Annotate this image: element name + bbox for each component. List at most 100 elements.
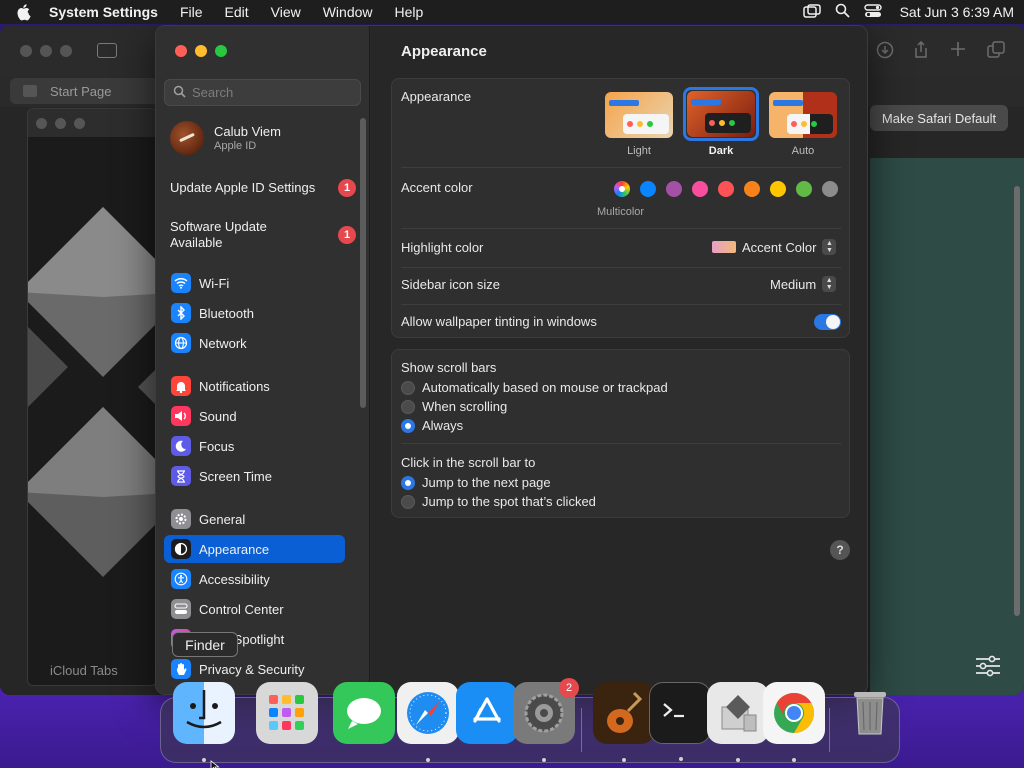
sidebar-item-sound[interactable]: Sound (164, 402, 345, 430)
radio-button[interactable] (401, 494, 415, 509)
sidebar-item-notifications[interactable]: Notifications (164, 372, 345, 400)
tab-start-page[interactable]: Start Page (10, 78, 160, 104)
menu-help[interactable]: Help (384, 0, 435, 24)
accent-orange-swatch[interactable] (744, 181, 760, 197)
sidebar-item-control-center[interactable]: Control Center (164, 595, 345, 623)
message-bubble-icon (347, 698, 381, 729)
tab-overview-icon[interactable] (987, 41, 1005, 64)
search-input[interactable] (192, 85, 352, 100)
dock-terminal[interactable] (649, 682, 711, 761)
accent-blue-swatch[interactable] (640, 181, 656, 197)
download-icon[interactable] (876, 41, 894, 64)
dock-chrome[interactable] (763, 682, 825, 762)
sidebar-item-general[interactable]: General (164, 505, 345, 533)
accent-yellow-swatch[interactable] (770, 181, 786, 197)
dock-app-store[interactable] (456, 682, 518, 744)
accent-graphite-swatch[interactable] (822, 181, 838, 197)
minimize-button[interactable] (195, 45, 207, 57)
radio-button[interactable] (401, 380, 415, 395)
accent-green-swatch[interactable] (796, 181, 812, 197)
chrome-icon (774, 693, 814, 733)
sidebar-icon-size-label: Sidebar icon size (401, 277, 500, 292)
menu-clock[interactable]: Sat Jun 3 6:39 AM (896, 4, 1014, 20)
sidebar-item-bluetooth[interactable]: Bluetooth (164, 299, 345, 327)
dock-finder[interactable] (173, 682, 235, 762)
accent-pink-swatch[interactable] (692, 181, 708, 197)
chevron-updown-icon: ▲ ▼ (822, 239, 837, 255)
appearance-light-option[interactable] (605, 92, 673, 138)
dock-script-editor[interactable] (707, 682, 769, 762)
radio-button[interactable] (401, 418, 415, 433)
minimize-icon[interactable] (40, 45, 52, 57)
radio-jump-to-spot[interactable]: Jump to the spot that’s clicked (401, 494, 596, 509)
highlight-color-popup[interactable]: Accent Color ▲ ▼ (712, 239, 837, 255)
close-button[interactable] (175, 45, 187, 57)
radio-button[interactable] (401, 399, 415, 414)
radio-label: Jump to the next page (422, 475, 551, 490)
sidebar-item-network[interactable]: Network (164, 329, 345, 357)
radio-scroll-when-scrolling[interactable]: When scrolling (401, 399, 507, 414)
appearance-auto-option[interactable] (769, 92, 837, 138)
dock-launchpad[interactable] (256, 682, 318, 744)
dock-system-settings[interactable]: 2 (513, 678, 579, 762)
appearance-label: Appearance (401, 89, 472, 104)
chevron-updown-icon: ▲ ▼ (822, 276, 837, 292)
sidebar-item-label: Appearance (199, 541, 270, 557)
customize-start-page-icon[interactable] (975, 655, 1001, 677)
zoom-icon[interactable] (60, 45, 72, 57)
wallpaper-tinting-toggle[interactable] (814, 314, 841, 330)
radio-scroll-always[interactable]: Always (401, 418, 463, 433)
page-title: Appearance (401, 43, 487, 60)
dock-safari[interactable] (397, 682, 459, 762)
sidebar-item-label: General (199, 511, 246, 527)
gear-icon (524, 693, 564, 733)
help-button[interactable]: ? (830, 540, 850, 560)
moon-icon (171, 436, 191, 456)
menu-window[interactable]: Window (312, 0, 384, 24)
safari-scrollbar[interactable] (1014, 186, 1020, 616)
update-apple-id-settings[interactable]: Update Apple ID Settings 1 (170, 179, 356, 197)
menu-app-name[interactable]: System Settings (38, 0, 169, 24)
appearance-dark-option[interactable] (687, 91, 755, 137)
dock-garageband[interactable] (593, 682, 655, 762)
sidebar-item-privacy-security[interactable]: Privacy & Security (164, 655, 345, 683)
sidebar-item-accessibility[interactable]: Accessibility (164, 565, 345, 593)
menu-view[interactable]: View (260, 0, 312, 24)
sidebar-search[interactable] (164, 79, 361, 106)
new-tab-icon[interactable] (950, 41, 966, 62)
zoom-button[interactable] (215, 45, 227, 57)
accent-red-swatch[interactable] (718, 181, 734, 197)
sidebar-icon-size-popup[interactable]: Medium ▲ ▼ (770, 276, 837, 292)
sidebar-item-wifi[interactable]: Wi-Fi (164, 269, 345, 297)
screen-mirroring-icon[interactable] (802, 3, 821, 21)
share-icon[interactable] (913, 40, 929, 64)
accessibility-icon (171, 569, 191, 589)
dock-trash[interactable] (839, 682, 901, 744)
radio-jump-next-page[interactable]: Jump to the next page (401, 475, 551, 490)
menu-edit[interactable]: Edit (214, 0, 260, 24)
alert-label: Software Update Available (170, 219, 267, 250)
accent-multicolor-swatch[interactable] (614, 181, 630, 197)
radio-button[interactable] (401, 475, 415, 490)
apple-id-account[interactable]: Calub Viem Apple ID (170, 121, 281, 155)
software-update-available[interactable]: Software Update Available 1 (170, 219, 356, 251)
dock-tooltip: Finder (172, 632, 238, 657)
sidebar-item-appearance[interactable]: Appearance (164, 535, 345, 563)
apple-menu-icon[interactable] (10, 0, 38, 24)
dock-messages[interactable] (333, 682, 395, 744)
sidebar-toggle-icon[interactable] (97, 43, 117, 58)
sidebar-scrollbar[interactable] (360, 118, 366, 408)
spotlight-search-icon[interactable] (835, 3, 850, 21)
radio-scroll-automatic[interactable]: Automatically based on mouse or trackpad (401, 380, 668, 395)
make-safari-default-button[interactable]: Make Safari Default (870, 105, 1008, 131)
control-center-icon[interactable] (863, 3, 882, 21)
script-editor-icon (721, 695, 757, 732)
sidebar-item-screen-time[interactable]: Screen Time (164, 462, 345, 490)
accent-purple-swatch[interactable] (666, 181, 682, 197)
highlight-color-label: Highlight color (401, 240, 484, 255)
close-icon[interactable] (20, 45, 32, 57)
sidebar-item-label: Sound (199, 408, 237, 424)
menu-file[interactable]: File (169, 0, 214, 24)
appearance-icon (171, 539, 191, 559)
sidebar-item-focus[interactable]: Focus (164, 432, 345, 460)
